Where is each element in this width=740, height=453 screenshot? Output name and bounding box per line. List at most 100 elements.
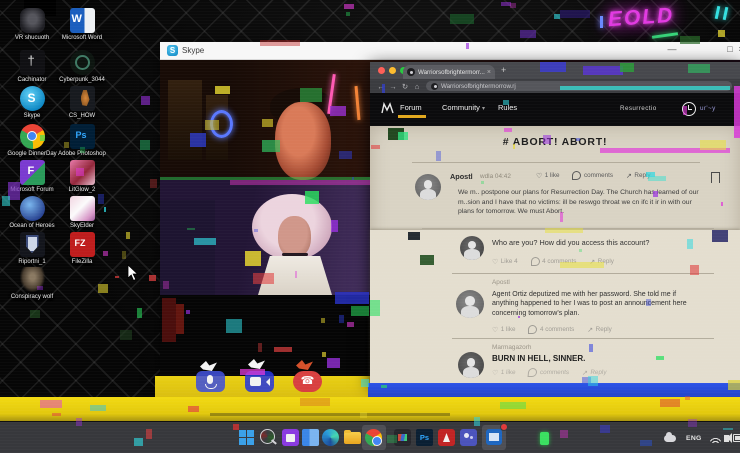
avatar bbox=[456, 290, 484, 318]
desktop-icon-skyelder[interactable]: SkyElder bbox=[56, 196, 108, 230]
avatar bbox=[415, 174, 441, 200]
language-indicator[interactable]: ENG bbox=[686, 422, 702, 453]
comment-icon bbox=[528, 368, 538, 377]
outlook-icon bbox=[486, 429, 502, 445]
photoshop-app-icon bbox=[70, 124, 95, 149]
store-app-icon[interactable] bbox=[282, 429, 299, 446]
tab-forum[interactable]: Forum bbox=[400, 103, 422, 112]
browser-window: Warriorsofbrightermorr... × + ← → ↻ ⌂ Wa… bbox=[370, 62, 740, 385]
post-actions: ♡1 like comments ↗Reply bbox=[492, 368, 607, 377]
windows-logo-icon bbox=[239, 430, 246, 437]
browser-tab[interactable]: Warriorsofbrightermorr... × bbox=[403, 65, 495, 79]
word-app-icon bbox=[70, 8, 95, 33]
adobe-app-icon[interactable] bbox=[438, 429, 455, 446]
teams-app-icon[interactable] bbox=[460, 429, 477, 446]
filezilla-app-icon bbox=[70, 232, 95, 257]
cs-app-icon bbox=[70, 86, 95, 111]
like-button[interactable]: ♡1 like bbox=[492, 369, 516, 377]
minimize-button[interactable]: — bbox=[665, 44, 679, 54]
close-button[interactable]: × bbox=[734, 44, 740, 54]
desktop-icon-wolf[interactable]: Conspiracy wolf bbox=[6, 267, 58, 301]
battery-tray-icon[interactable] bbox=[733, 422, 740, 453]
post-author[interactable]: Apostl bbox=[492, 279, 510, 286]
wifi-tray-icon[interactable] bbox=[710, 422, 721, 453]
post-body: Who are you? How did you access this acc… bbox=[492, 238, 707, 248]
desktop-icon-vr[interactable]: VR shucuoth bbox=[6, 8, 58, 42]
skype-titlebar[interactable]: S Skype — □ × bbox=[160, 42, 740, 60]
close-traffic-light[interactable] bbox=[378, 67, 385, 74]
new-tab-button[interactable]: + bbox=[501, 65, 506, 75]
like-button[interactable]: ♡1 like bbox=[492, 326, 515, 334]
comments-button[interactable]: 4 comments bbox=[528, 325, 574, 334]
comment-icon bbox=[531, 257, 540, 266]
tab-close-icon[interactable]: × bbox=[487, 69, 491, 76]
toggle-camera-button[interactable] bbox=[245, 371, 274, 392]
onedrive-tray-icon[interactable] bbox=[664, 422, 676, 453]
comment-icon bbox=[572, 171, 581, 180]
skype-window-title: Skype bbox=[182, 46, 204, 55]
desktop-icon-litglow[interactable]: LitGlow_2 bbox=[56, 160, 108, 194]
cachinator-app-icon bbox=[20, 50, 45, 75]
desktop-icon-ocean[interactable]: Ocean of Heroes bbox=[6, 196, 58, 230]
reload-icon[interactable]: ↻ bbox=[399, 82, 411, 91]
browser-tabstrip[interactable]: Warriorsofbrightermorr... × + bbox=[370, 62, 740, 79]
desktop-icon-photoshop[interactable]: Adobe Photoshop bbox=[56, 124, 108, 158]
desktop-icon-label: VR shucuoth bbox=[6, 35, 58, 42]
mute-microphone-button[interactable] bbox=[196, 371, 225, 392]
comments-button[interactable]: comments bbox=[528, 368, 569, 377]
volume-tray-icon[interactable] bbox=[724, 422, 729, 453]
desktop-icon-cyberpunk[interactable]: Cyberpunk_3044 bbox=[56, 50, 108, 84]
reply-button[interactable]: ↗Reply bbox=[626, 172, 650, 180]
post-actions: ♡1 like comments ↗Reply bbox=[536, 171, 651, 180]
room-furniture bbox=[160, 200, 215, 295]
like-button[interactable]: ♡1 like bbox=[536, 172, 559, 180]
minimize-traffic-light[interactable] bbox=[389, 67, 396, 74]
chrome-taskbar-button[interactable] bbox=[362, 425, 386, 450]
desktop-icon-riportni[interactable]: Riportni_1 bbox=[6, 232, 58, 266]
photos-app-icon[interactable] bbox=[394, 429, 411, 446]
bookmark-icon[interactable] bbox=[711, 172, 720, 183]
tab-rules[interactable]: Rules bbox=[498, 103, 517, 112]
address-bar[interactable]: Warriorsofbrightermorrow.rj bbox=[426, 81, 732, 91]
desktop-icon-chrome[interactable]: Google DinnerDay bbox=[6, 124, 58, 158]
caller2-choker bbox=[282, 253, 308, 256]
countdown-value: ur'~y bbox=[700, 105, 716, 112]
notification-badge bbox=[500, 423, 508, 431]
divider bbox=[452, 338, 714, 339]
end-call-button[interactable]: ☎ bbox=[293, 371, 322, 392]
tab-title: Warriorsofbrightermorr... bbox=[418, 69, 485, 76]
heart-icon: ♡ bbox=[536, 172, 542, 180]
outlook-taskbar-button[interactable] bbox=[482, 425, 506, 450]
home-icon[interactable]: ⌂ bbox=[411, 82, 423, 91]
desktop-icon-cs-how[interactable]: CS_HOW bbox=[56, 86, 108, 120]
glitch-yellow-band bbox=[0, 397, 740, 421]
reply-button[interactable]: ↗Reply bbox=[582, 369, 607, 377]
desktop-icon-cachinator[interactable]: Cachinator bbox=[6, 50, 58, 84]
tab-community[interactable]: Community ▾ bbox=[442, 103, 485, 112]
reply-button[interactable]: ↗Reply bbox=[587, 326, 611, 334]
search-icon[interactable] bbox=[260, 429, 275, 444]
like-button[interactable]: ♡Like 4 bbox=[492, 258, 518, 266]
litglow-app-icon bbox=[70, 160, 95, 185]
file-explorer-icon[interactable] bbox=[344, 432, 361, 444]
comments-button[interactable]: 4 comments bbox=[531, 257, 577, 266]
start-button[interactable] bbox=[238, 429, 255, 446]
desktop-icon-filezilla[interactable]: FileZilla bbox=[56, 232, 108, 266]
back-icon[interactable]: ← bbox=[375, 82, 387, 91]
photoshop-taskbar-icon[interactable]: Ps bbox=[416, 429, 433, 446]
comments-button[interactable]: comments bbox=[572, 171, 613, 180]
skype-app-icon bbox=[20, 86, 45, 111]
desktop-icon-forum[interactable]: Microsoft Forum bbox=[6, 160, 58, 194]
forward-icon[interactable]: → bbox=[387, 82, 399, 91]
desktop-icon-word[interactable]: Microsoft Word bbox=[56, 8, 108, 42]
edge-browser-icon[interactable] bbox=[322, 429, 339, 446]
caller2-face bbox=[278, 216, 311, 258]
active-tab-underline bbox=[398, 115, 426, 118]
post-author[interactable]: Apostl bbox=[450, 172, 473, 181]
desktop-icon-skype[interactable]: Skype bbox=[6, 86, 58, 120]
neon-graffiti-text: EOLD bbox=[607, 4, 675, 33]
reply-button[interactable]: ↗Reply bbox=[589, 258, 613, 266]
post-author[interactable]: Marmagazorh bbox=[492, 344, 531, 351]
browser-toolbar: ← → ↻ ⌂ Warriorsofbrightermorrow.rj bbox=[370, 79, 740, 93]
mail-app-icon[interactable] bbox=[302, 429, 319, 446]
